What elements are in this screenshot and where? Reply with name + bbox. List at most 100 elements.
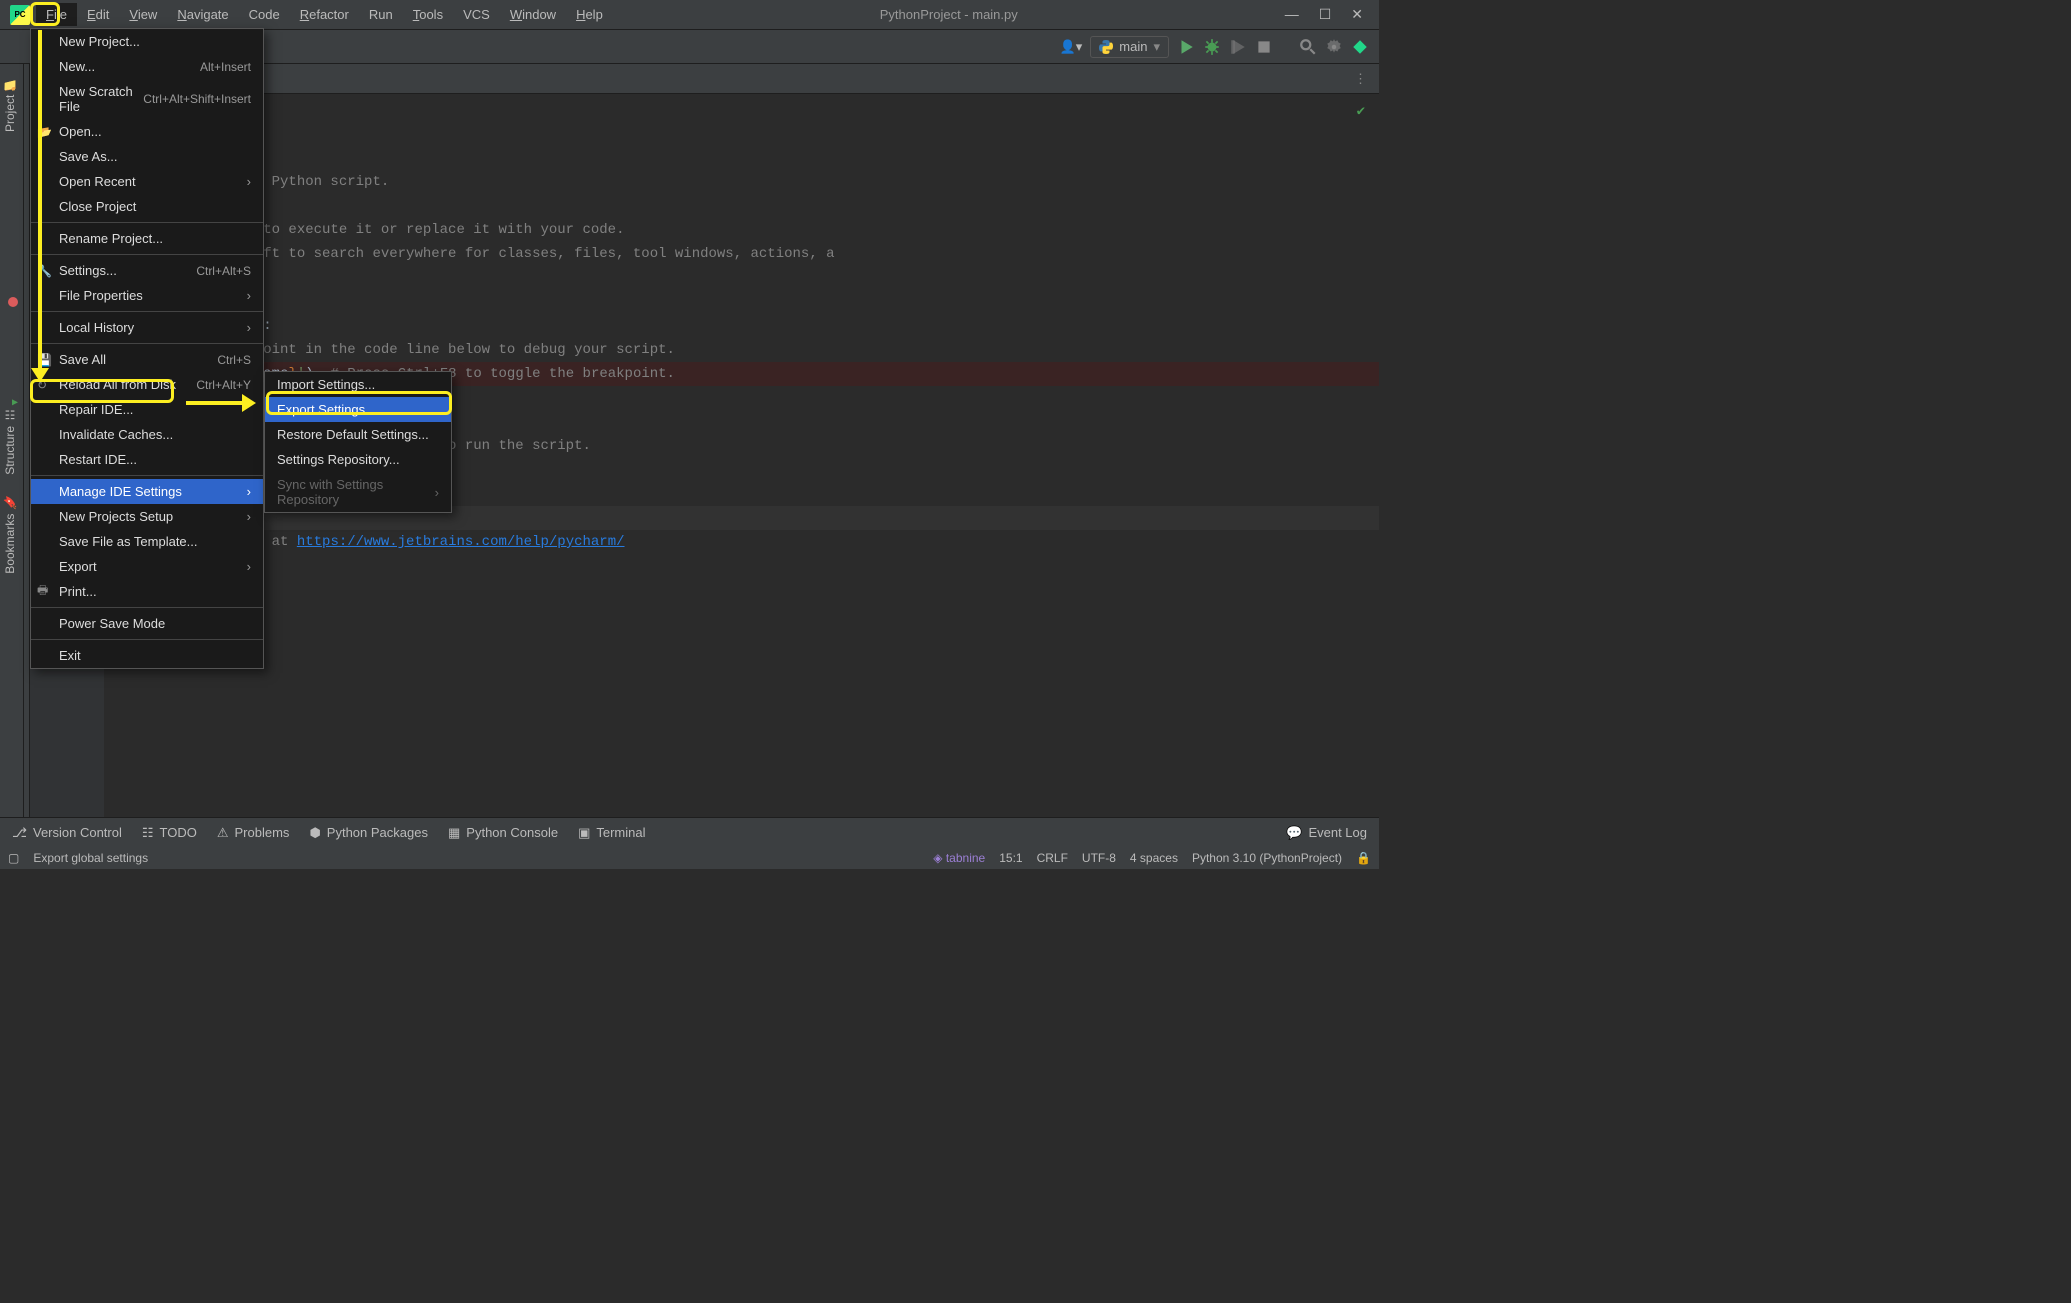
inspections-ok-icon[interactable]: ✔ [1357, 100, 1365, 124]
left-sidebar: Project 📁 Structure ☷ Bookmarks 🔖 [0, 64, 24, 817]
menu-item-restart-ide[interactable]: Restart IDE... [31, 447, 263, 472]
jetbrains-toolbox-icon[interactable] [1351, 38, 1369, 56]
tool-windows-icon[interactable]: ▢ [8, 851, 19, 865]
code-line[interactable] [112, 290, 1379, 314]
file-menu-dropdown: New Project...New...Alt+InsertNew Scratc… [30, 28, 264, 669]
annotation-arrow [38, 30, 42, 372]
line-separator[interactable]: CRLF [1037, 851, 1068, 865]
annotation-arrow [186, 401, 246, 405]
todo-tab[interactable]: ☷ TODO [142, 825, 197, 841]
submenu-item-settings-repository[interactable]: Settings Repository... [265, 447, 451, 472]
event-log-tab[interactable]: 💬 Event Log [1286, 825, 1367, 841]
submenu-item-export-settings[interactable]: Export Settings... [265, 397, 451, 422]
menu-item-close-project[interactable]: Close Project [31, 194, 263, 219]
menu-window[interactable]: Window [500, 3, 566, 26]
bottom-tool-bar: ⎇ Version Control ☷ TODO ⚠ Problems ⬢ Py… [0, 817, 1379, 847]
menu-item-power-save-mode[interactable]: Power Save Mode [31, 611, 263, 636]
code-line[interactable]: # See PyCharm help at https://www.jetbra… [112, 530, 1379, 554]
terminal-tab[interactable]: ▣ Terminal [578, 825, 645, 841]
close-button[interactable]: ✕ [1351, 6, 1363, 23]
menu-item-file-properties[interactable]: File Properties› [31, 283, 263, 308]
menu-tools[interactable]: Tools [403, 3, 453, 26]
python-icon [1099, 40, 1113, 54]
menu-separator [31, 639, 263, 640]
menu-item-new-scratch-file[interactable]: New Scratch FileCtrl+Alt+Shift+Insert [31, 79, 263, 119]
menu-item-new-project[interactable]: New Project... [31, 29, 263, 54]
cursor-position[interactable]: 15:1 [999, 851, 1022, 865]
menu-file[interactable]: File [36, 3, 77, 26]
file-encoding[interactable]: UTF-8 [1082, 851, 1116, 865]
search-button[interactable] [1299, 38, 1317, 56]
status-message: Export global settings [33, 851, 148, 865]
stop-button[interactable] [1255, 38, 1273, 56]
menu-item-export[interactable]: Export› [31, 554, 263, 579]
menu-item-invalidate-caches[interactable]: Invalidate Caches... [31, 422, 263, 447]
menu-item-print[interactable]: 🖶Print... [31, 579, 263, 604]
menu-item-local-history[interactable]: Local History› [31, 315, 263, 340]
menu-item-manage-ide-settings[interactable]: Manage IDE Settings› [31, 479, 263, 504]
menu-item-reload-all-from-disk[interactable]: ↻Reload All from DiskCtrl+Alt+Y [31, 372, 263, 397]
submenu-item-sync-with-settings-repository: Sync with Settings Repository› [265, 472, 451, 512]
menu-code[interactable]: Code [239, 3, 290, 26]
menu-separator [31, 311, 263, 312]
code-line[interactable]: # Press Double Shift to search everywher… [112, 242, 1379, 266]
user-icon[interactable]: 👤▾ [1060, 39, 1083, 55]
python-packages-tab[interactable]: ⬢ Python Packages [309, 825, 428, 841]
code-line[interactable]: # Use a breakpoint in the code line belo… [112, 338, 1379, 362]
menu-separator [31, 607, 263, 608]
menu-item-new[interactable]: New...Alt+Insert [31, 54, 263, 79]
tabnine-status[interactable]: ◈ tabnine [933, 851, 985, 865]
menu-item-open-recent[interactable]: Open Recent› [31, 169, 263, 194]
code-line[interactable]: # This is a sample Python script. [112, 170, 1379, 194]
project-tool-tab[interactable]: Project 📁 [0, 68, 20, 140]
window-controls: — ☐ ✕ [1285, 6, 1375, 23]
status-bar: ▢ Export global settings ◈ tabnine 15:1 … [0, 847, 1379, 869]
code-line[interactable] [112, 194, 1379, 218]
tab-more-button[interactable]: ⋮ [1342, 71, 1379, 87]
menu-separator [31, 475, 263, 476]
bookmarks-tool-tab[interactable]: Bookmarks 🔖 [0, 487, 20, 582]
menu-separator [31, 343, 263, 344]
app-icon: PC [10, 5, 30, 25]
maximize-button[interactable]: ☐ [1319, 6, 1332, 23]
indent-setting[interactable]: 4 spaces [1130, 851, 1178, 865]
interpreter-setting[interactable]: Python 3.10 (PythonProject) [1192, 851, 1342, 865]
debug-button[interactable] [1203, 38, 1221, 56]
menu-refactor[interactable]: Refactor [290, 3, 359, 26]
menu-navigate[interactable]: Navigate [167, 3, 238, 26]
version-control-tab[interactable]: ⎇ Version Control [12, 825, 122, 841]
manage-ide-settings-submenu: Import Settings...Export Settings...Rest… [264, 371, 452, 513]
menu-item-save-as[interactable]: Save As... [31, 144, 263, 169]
submenu-item-import-settings[interactable]: Import Settings... [265, 372, 451, 397]
settings-button[interactable] [1325, 38, 1343, 56]
submenu-item-restore-default-settings[interactable]: Restore Default Settings... [265, 422, 451, 447]
code-line[interactable]: def print_hi(name): [112, 314, 1379, 338]
coverage-button[interactable] [1229, 38, 1247, 56]
breakpoint-icon[interactable] [8, 297, 18, 307]
run-config-selector[interactable]: main ▾ [1090, 36, 1169, 58]
menu-vcs[interactable]: VCS [453, 3, 500, 26]
menu-item-exit[interactable]: Exit [31, 643, 263, 668]
minimize-button[interactable]: — [1285, 6, 1299, 23]
menu-run[interactable]: Run [359, 3, 403, 26]
menu-view[interactable]: View [119, 3, 167, 26]
menu-item-settings[interactable]: 🔧Settings...Ctrl+Alt+S [31, 258, 263, 283]
menu-edit[interactable]: Edit [77, 3, 119, 26]
run-config-label: main [1119, 39, 1147, 54]
run-gutter-icon[interactable]: ▶ [12, 392, 18, 416]
code-line[interactable] [112, 266, 1379, 290]
menu-item-open[interactable]: 📂Open... [31, 119, 263, 144]
code-line[interactable]: # Press Shift+F10 to execute it or repla… [112, 218, 1379, 242]
menu-item-rename-project[interactable]: Rename Project... [31, 226, 263, 251]
menu-item-save-all[interactable]: 💾Save AllCtrl+S [31, 347, 263, 372]
lock-icon[interactable]: 🔒 [1356, 851, 1371, 865]
python-console-tab[interactable]: ▦ Python Console [448, 825, 558, 841]
menu-item-new-projects-setup[interactable]: New Projects Setup› [31, 504, 263, 529]
run-button[interactable] [1177, 38, 1195, 56]
menubar: PC FileEditViewNavigateCodeRefactorRunTo… [0, 0, 1379, 30]
problems-tab[interactable]: ⚠ Problems [217, 825, 290, 841]
menu-separator [31, 254, 263, 255]
menu-item-save-file-as-template[interactable]: Save File as Template... [31, 529, 263, 554]
window-title: PythonProject - main.py [613, 7, 1285, 22]
menu-help[interactable]: Help [566, 3, 613, 26]
